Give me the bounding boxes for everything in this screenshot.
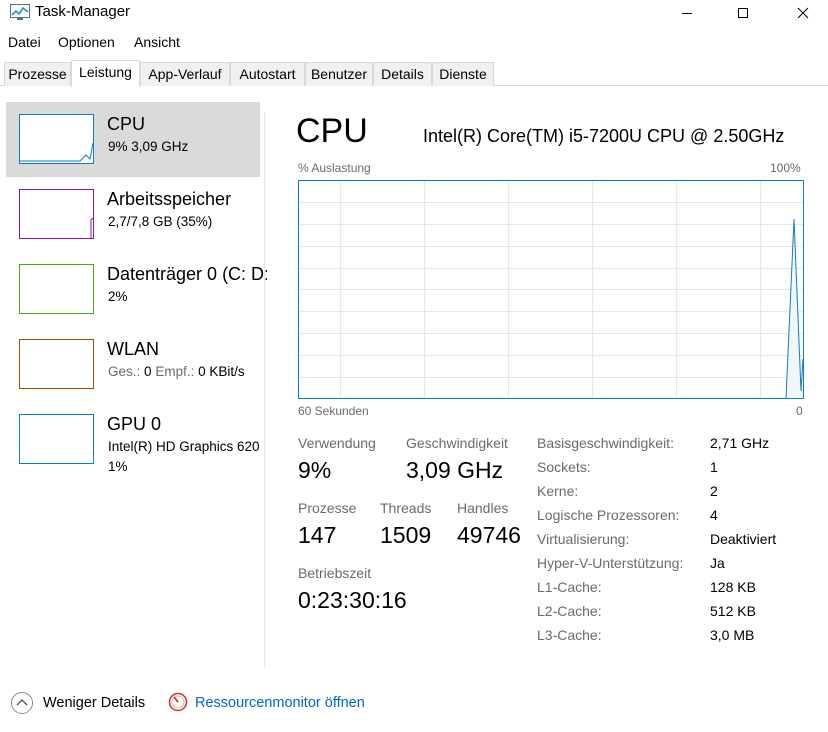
cpu-model: Intel(R) Core(TM) i5-7200U CPU @ 2.50GHz xyxy=(423,126,785,146)
tab-strip: Prozesse Leistung App-Verlauf Autostart … xyxy=(0,60,828,87)
tab-benutzer[interactable]: Benutzer xyxy=(305,62,373,86)
spec-value-base-speed: 2,71 GHz xyxy=(710,435,770,451)
tab-leistung[interactable]: Leistung xyxy=(71,60,140,87)
maximize-button[interactable] xyxy=(720,0,766,26)
page-title: CPU xyxy=(296,112,368,150)
resource-item-gpu[interactable]: GPU 0 Intel(R) HD Graphics 620 1% xyxy=(6,402,260,477)
title-bar: Task-Manager xyxy=(0,0,828,26)
minimize-icon xyxy=(682,13,692,14)
spec-value-hyperv: Ja xyxy=(710,555,725,571)
spec-value-l3-cache: 3,0 MB xyxy=(710,627,755,643)
open-resource-monitor-link[interactable]: Ressourcenmonitor öffnen xyxy=(195,695,365,711)
resource-name: Arbeitsspeicher xyxy=(107,189,232,209)
speed-value: 3,09 GHz xyxy=(406,457,504,483)
processes-value: 147 xyxy=(298,522,337,548)
menu-optionen[interactable]: Optionen xyxy=(58,34,115,50)
memory-thumbnail-graph xyxy=(19,189,94,239)
tab-autostart[interactable]: Autostart xyxy=(230,62,305,86)
resource-sub2: 1% xyxy=(108,459,128,474)
resource-list: CPU 9% 3,09 GHz Arbeitsspeicher 2,7/7,8 … xyxy=(6,102,267,668)
wifi-recv-value: 0 KBit/s xyxy=(198,364,245,379)
spec-label-cores: Kerne: xyxy=(537,483,579,499)
task-manager-icon xyxy=(10,4,30,20)
resource-name: Datenträger 0 (C: D:) xyxy=(107,264,267,284)
spec-value-logical-processors: 4 xyxy=(710,507,718,523)
spec-label-sockets: Sockets: xyxy=(537,459,591,475)
graph-label-zero: 0 xyxy=(796,404,803,418)
memory-thumbnail-line xyxy=(90,217,94,238)
cpu-thumbnail-graph xyxy=(19,114,94,164)
resource-item-wifi[interactable]: WLAN Ges.: 0 Empf.: 0 KBit/s xyxy=(6,327,260,402)
threads-label: Threads xyxy=(380,500,432,516)
gpu-thumbnail-graph xyxy=(19,414,94,464)
cpu-thumbnail-line xyxy=(20,142,94,162)
fewer-details-label[interactable]: Weniger Details xyxy=(43,695,145,711)
tab-details[interactable]: Details xyxy=(373,62,432,86)
close-icon xyxy=(797,7,809,19)
resource-sub: 2% xyxy=(108,289,128,304)
resource-monitor-icon[interactable] xyxy=(168,692,188,712)
wifi-send-value: 0 xyxy=(144,364,152,379)
uptime-label: Betriebszeit xyxy=(298,565,372,581)
minimize-button[interactable] xyxy=(664,0,710,26)
usage-label: Verwendung xyxy=(298,435,376,451)
handles-value: 49746 xyxy=(457,522,521,548)
wifi-send-label: Ges.: xyxy=(108,364,141,379)
menu-bar: Datei Optionen Ansicht xyxy=(0,31,828,53)
spec-label-l1-cache: L1-Cache: xyxy=(537,579,602,595)
resource-name: WLAN xyxy=(107,339,160,359)
menu-ansicht[interactable]: Ansicht xyxy=(134,34,180,50)
usage-value: 9% xyxy=(298,457,332,483)
resource-name: CPU xyxy=(107,114,146,134)
resource-sub: 2,7/7,8 GB (35%) xyxy=(108,214,213,229)
window-title: Task-Manager xyxy=(35,3,131,20)
spec-label-virtualization: Virtualisierung: xyxy=(537,531,630,547)
spec-value-cores: 2 xyxy=(710,483,718,499)
spec-value-l1-cache: 128 KB xyxy=(710,579,756,595)
processes-label: Prozesse xyxy=(298,500,357,516)
spec-label-l2-cache: L2-Cache: xyxy=(537,603,602,619)
fewer-details-button[interactable] xyxy=(11,692,33,714)
spec-label-logical-processors: Logische Prozessoren: xyxy=(537,507,680,523)
resource-name: GPU 0 xyxy=(107,414,162,434)
spec-value-sockets: 1 xyxy=(710,459,718,475)
resource-item-cpu[interactable]: CPU 9% 3,09 GHz xyxy=(6,102,260,177)
spec-value-l2-cache: 512 KB xyxy=(710,603,756,619)
resource-sub: Intel(R) HD Graphics 620 xyxy=(108,439,260,454)
tab-app-verlauf[interactable]: App-Verlauf xyxy=(140,62,230,86)
resource-item-memory[interactable]: Arbeitsspeicher 2,7/7,8 GB (35%) xyxy=(6,177,260,252)
panel-separator xyxy=(264,112,265,668)
threads-value: 1509 xyxy=(380,522,432,548)
chevron-up-icon xyxy=(16,699,28,706)
spec-value-virtualization: Deaktiviert xyxy=(710,531,777,547)
menu-datei[interactable]: Datei xyxy=(8,34,41,50)
wifi-recv-label: Empf.: xyxy=(155,364,195,379)
maximize-icon xyxy=(738,8,748,18)
tab-prozesse[interactable]: Prozesse xyxy=(4,62,71,86)
graph-label-utilization: % Auslastung xyxy=(298,161,371,175)
tab-dienste[interactable]: Dienste xyxy=(432,62,494,86)
resource-item-disk[interactable]: Datenträger 0 (C: D:) 2% xyxy=(6,252,267,327)
graph-label-timespan: 60 Sekunden xyxy=(298,404,369,418)
wifi-thumbnail-graph xyxy=(19,339,94,389)
resource-sub: 9% 3,09 GHz xyxy=(108,139,189,154)
spec-label-l3-cache: L3-Cache: xyxy=(537,627,602,643)
speed-label: Geschwindigkeit xyxy=(406,435,508,451)
disk-thumbnail-graph xyxy=(19,264,94,314)
graph-label-max: 100% xyxy=(770,161,801,175)
cpu-graph-canvas xyxy=(299,181,804,399)
spec-label-hyperv: Hyper-V-Unterstützung: xyxy=(537,555,684,571)
resource-sub: Ges.: 0 Empf.: 0 KBit/s xyxy=(108,364,245,379)
handles-label: Handles xyxy=(457,500,509,516)
uptime-value: 0:23:30:16 xyxy=(298,587,407,613)
spec-label-base-speed: Basisgeschwindigkeit: xyxy=(537,435,674,451)
cpu-usage-graph xyxy=(298,180,804,399)
close-button[interactable] xyxy=(780,0,826,26)
